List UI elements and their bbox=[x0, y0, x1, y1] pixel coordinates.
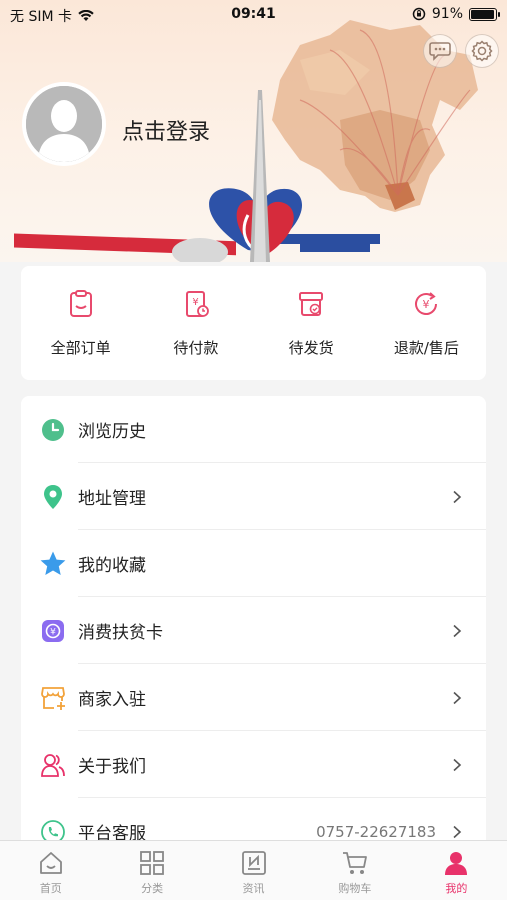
order-all-label: 全部订单 bbox=[50, 338, 111, 357]
pending-shipment-icon bbox=[299, 291, 324, 316]
cart-icon bbox=[342, 852, 367, 874]
menu-item-label: 消费扶贫卡 bbox=[78, 623, 163, 643]
pending-payment-icon: ¥ bbox=[185, 290, 209, 317]
location-pin-icon bbox=[39, 483, 67, 511]
chevron-right-icon bbox=[453, 624, 462, 637]
menu-list: 浏览历史 地址管理 我的收藏 ¥ 消费扶贫卡 商家入驻 关于我们 平台客服 07… bbox=[21, 396, 486, 856]
menu-item-label: 我的收藏 bbox=[78, 556, 146, 576]
battery-percent: 91% bbox=[431, 6, 463, 22]
chevron-right-icon bbox=[453, 758, 462, 771]
order-pending-payment-button[interactable]: ¥ 待付款 bbox=[141, 289, 251, 358]
store-icon bbox=[39, 684, 67, 712]
order-pending-shipment-button[interactable]: 待发货 bbox=[256, 289, 366, 358]
order-refund-button[interactable]: ¥ 退款/售后 bbox=[371, 289, 481, 358]
menu-item-poverty-card[interactable]: ¥ 消费扶贫卡 bbox=[21, 597, 486, 664]
settings-button[interactable] bbox=[465, 34, 499, 68]
tab-label: 资讯 bbox=[242, 882, 265, 895]
header-actions bbox=[423, 34, 499, 68]
default-avatar-icon bbox=[26, 86, 102, 162]
refund-icon: ¥ bbox=[415, 291, 438, 315]
order-list-icon bbox=[69, 289, 92, 317]
menu-item-favorites[interactable]: 我的收藏 bbox=[21, 530, 486, 597]
menu-item-label: 浏览历史 bbox=[78, 422, 146, 442]
home-icon bbox=[39, 852, 62, 874]
tab-category[interactable]: 分类 bbox=[101, 841, 202, 900]
tab-label: 首页 bbox=[39, 882, 62, 895]
order-refund-label: 退款/售后 bbox=[393, 338, 459, 357]
gear-icon bbox=[471, 40, 493, 62]
menu-item-label: 关于我们 bbox=[78, 757, 146, 777]
tab-home[interactable]: 首页 bbox=[0, 841, 101, 900]
service-phone-number: 0757-22627183 bbox=[316, 822, 436, 841]
menu-item-merchant-join[interactable]: 商家入驻 bbox=[21, 664, 486, 731]
battery-icon bbox=[469, 7, 500, 21]
grid-icon bbox=[140, 851, 165, 875]
chat-bubble-icon bbox=[429, 42, 451, 61]
order-pending-shipment-label: 待发货 bbox=[288, 338, 334, 357]
chevron-right-icon bbox=[453, 490, 462, 503]
orders-card: 全部订单 ¥ 待付款 待发货 ¥ 退款/售后 bbox=[21, 266, 486, 380]
clock-icon bbox=[39, 416, 67, 444]
tab-label: 分类 bbox=[141, 882, 164, 895]
news-icon bbox=[241, 851, 266, 875]
svg-text:¥: ¥ bbox=[192, 297, 198, 308]
status-bar: 无 SIM 卡 09:41 91% bbox=[0, 0, 507, 30]
rotation-lock-icon bbox=[412, 7, 426, 21]
tab-profile[interactable]: 我的 bbox=[406, 841, 507, 900]
tab-cart[interactable]: 购物车 bbox=[304, 841, 405, 900]
menu-item-label: 商家入驻 bbox=[78, 690, 146, 710]
battery-status: 91% bbox=[412, 6, 500, 22]
menu-item-address[interactable]: 地址管理 bbox=[21, 463, 486, 530]
menu-item-label: 地址管理 bbox=[78, 489, 146, 509]
profile-header: 无 SIM 卡 09:41 91% 点击登录 bbox=[0, 0, 507, 262]
chevron-right-icon bbox=[453, 691, 462, 704]
tab-label: 我的 bbox=[445, 882, 468, 895]
star-icon bbox=[39, 550, 67, 578]
menu-item-history[interactable]: 浏览历史 bbox=[21, 396, 486, 463]
login-link[interactable]: 点击登录 bbox=[122, 114, 210, 146]
chevron-right-icon bbox=[453, 825, 462, 838]
order-all-button[interactable]: 全部订单 bbox=[26, 289, 136, 358]
users-icon bbox=[39, 751, 67, 779]
menu-item-about-us[interactable]: 关于我们 bbox=[21, 731, 486, 798]
svg-text:¥: ¥ bbox=[50, 627, 56, 637]
bottom-tab-bar: 首页 分类 资讯 购物车 我的 bbox=[0, 840, 507, 900]
svg-text:¥: ¥ bbox=[423, 298, 430, 311]
avatar[interactable] bbox=[22, 82, 106, 166]
tab-news[interactable]: 资讯 bbox=[203, 841, 304, 900]
tab-label: 购物车 bbox=[338, 882, 372, 895]
profile-icon bbox=[445, 852, 468, 875]
yuan-card-icon: ¥ bbox=[39, 617, 67, 645]
order-pending-payment-label: 待付款 bbox=[173, 338, 219, 357]
message-button[interactable] bbox=[423, 34, 457, 68]
